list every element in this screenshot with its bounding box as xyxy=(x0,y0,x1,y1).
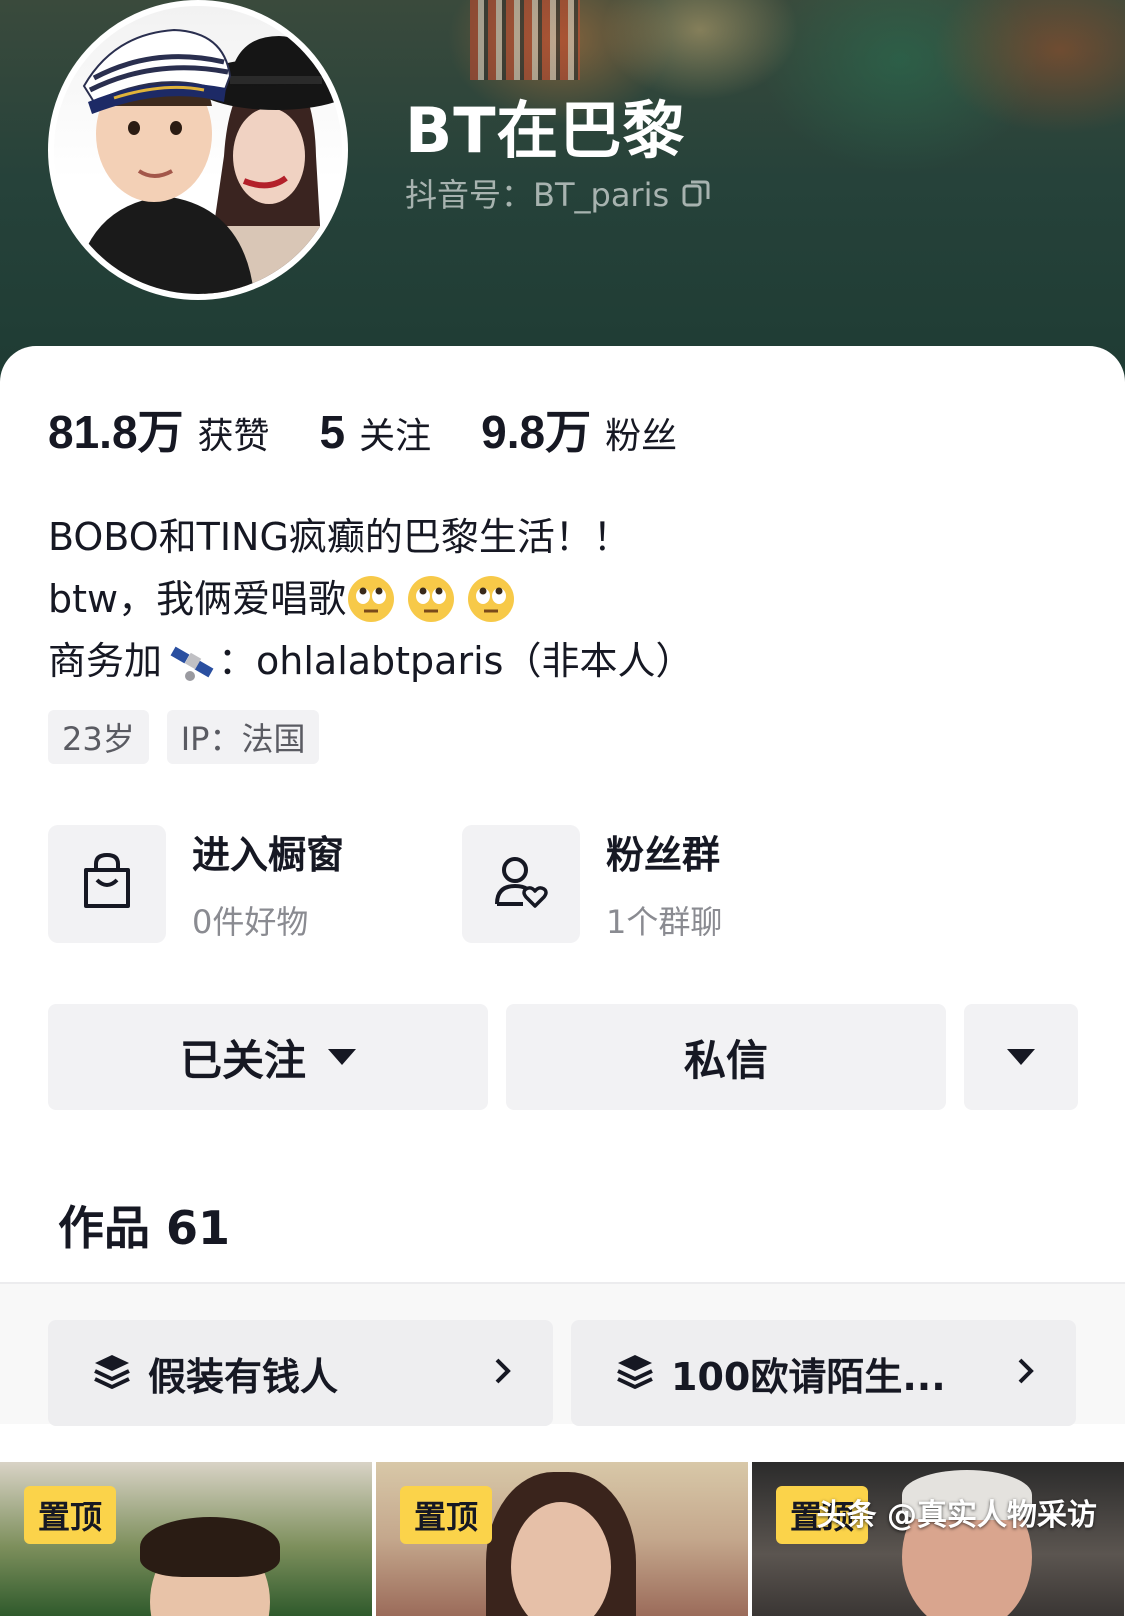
copy-icon[interactable] xyxy=(681,178,711,208)
layers-icon xyxy=(92,1351,132,1395)
stat-followers-label: 粉丝 xyxy=(605,416,678,457)
tags-row: 23岁 IP：法国 xyxy=(48,710,337,764)
stat-following-value: 5 xyxy=(319,406,346,458)
stat-followers-value: 9.8万 xyxy=(481,406,592,458)
bio-line-1: BOBO和TING疯癫的巴黎生活！！ xyxy=(48,515,631,559)
shop-subtitle: 0件好物 xyxy=(192,903,309,941)
followed-button[interactable]: 已关注 xyxy=(48,1004,488,1110)
pinned-badge: 置顶 xyxy=(24,1486,117,1544)
stat-following-label: 关注 xyxy=(359,416,432,457)
stat-likes-value: 81.8万 xyxy=(48,406,184,458)
stat-followers[interactable]: 9.8万 粉丝 xyxy=(481,396,677,462)
layers-icon xyxy=(615,1351,655,1395)
shop-icon-box xyxy=(48,824,166,943)
chevron-right-icon xyxy=(1016,1350,1036,1396)
followed-label: 已关注 xyxy=(179,1035,306,1085)
avatar[interactable] xyxy=(48,0,348,300)
profile-sheet: 81.8万 获赞 5 关注 9.8万 粉丝 BOBO和TING疯癫的巴黎生活！！… xyxy=(0,346,1125,1616)
fan-group-icon-box xyxy=(462,824,580,943)
nickname: BT在巴黎 xyxy=(405,94,686,167)
stat-likes-label: 获赞 xyxy=(197,416,270,457)
douyin-id-row[interactable]: 抖音号：BT_paris xyxy=(405,170,711,216)
message-label: 私信 xyxy=(683,1035,768,1085)
collections-row: 假装有钱人 100欧请陌生... xyxy=(48,1320,1076,1426)
stats-row: 81.8万 获赞 5 关注 9.8万 粉丝 xyxy=(48,396,727,462)
caret-down-icon xyxy=(328,1049,356,1065)
age-tag: 23岁 xyxy=(48,710,149,764)
message-button[interactable]: 私信 xyxy=(506,1004,946,1110)
ip-tag: IP：法国 xyxy=(166,710,320,764)
shop-window-entry[interactable]: 进入橱窗 0件好物 xyxy=(48,824,344,943)
video-grid: 置顶 置顶 置顶 xyxy=(0,1462,1125,1616)
rolling-eyes-emoji xyxy=(406,574,456,624)
collection-label: 假装有钱人 xyxy=(148,1354,339,1399)
pinned-badge: 置顶 xyxy=(400,1486,493,1544)
caret-down-icon xyxy=(1007,1049,1035,1065)
fan-group-entry[interactable]: 粉丝群 1个群聊 xyxy=(462,824,722,943)
collection-label: 100欧请陌生... xyxy=(671,1354,946,1399)
collection-item[interactable]: 假装有钱人 xyxy=(48,1320,553,1426)
rolling-eyes-emoji xyxy=(346,574,396,624)
works-tab-title[interactable]: 作品 61 xyxy=(58,1192,230,1258)
fan-group-subtitle: 1个群聊 xyxy=(606,903,723,941)
bio-line-2: btw，我俩爱唱歌 xyxy=(48,568,693,630)
fan-group-title: 粉丝群 xyxy=(606,833,721,877)
bio: BOBO和TING疯癫的巴黎生活！！ btw，我俩爱唱歌 商务加 ：ohlala… xyxy=(48,506,693,692)
services-row: 进入橱窗 0件好物 粉丝群 1个群聊 xyxy=(48,824,1078,944)
satellite-emoji xyxy=(168,636,218,686)
rolling-eyes-emoji xyxy=(466,574,516,624)
thumbnail-hair xyxy=(140,1517,280,1577)
douyin-id: 抖音号：BT_paris xyxy=(405,176,670,214)
more-dropdown-button[interactable] xyxy=(964,1004,1078,1110)
stat-likes[interactable]: 81.8万 获赞 xyxy=(48,396,270,462)
action-buttons: 已关注 私信 xyxy=(48,1004,1078,1110)
bio-line-3-suffix: ：ohlalabtparis（非本人） xyxy=(218,639,694,683)
user-heart-icon xyxy=(493,854,549,914)
collection-item[interactable]: 100欧请陌生... xyxy=(571,1320,1076,1426)
avatar-image xyxy=(74,28,342,294)
chevron-right-icon xyxy=(493,1350,513,1396)
shopping-bag-icon xyxy=(80,852,134,916)
video-thumbnail[interactable]: 置顶 xyxy=(0,1462,372,1616)
stat-following[interactable]: 5 关注 xyxy=(320,405,432,459)
shop-title: 进入橱窗 xyxy=(192,833,345,877)
video-thumbnail[interactable]: 置顶 xyxy=(752,1462,1124,1616)
bio-line-3-prefix: 商务加 xyxy=(48,639,163,683)
bio-line-3: 商务加 ：ohlalabtparis（非本人） xyxy=(48,630,693,692)
watermark: 头条 @真实人物采访 xyxy=(816,1498,1097,1533)
video-thumbnail[interactable]: 置顶 xyxy=(376,1462,748,1616)
bio-line-2-text: btw，我俩爱唱歌 xyxy=(48,577,347,621)
cover-pattern xyxy=(470,0,580,80)
